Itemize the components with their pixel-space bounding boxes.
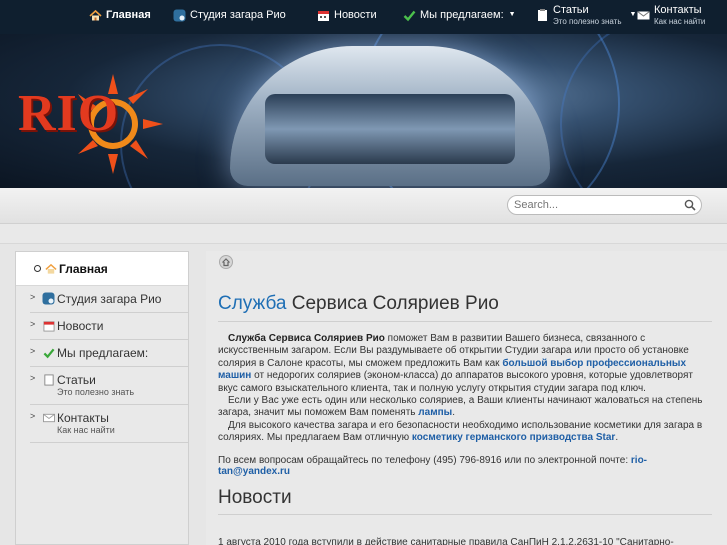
chevron-right-icon: > (30, 373, 36, 383)
contact-text: По всем вопросам обращайтесь по телефону… (218, 455, 631, 466)
sidebar-item-text: Студия загара Рио (57, 292, 161, 306)
company-name: Служба Сервиса Соляриев Рио (228, 333, 385, 344)
cosmetics-link[interactable]: косметику германского призводства Star (412, 432, 615, 443)
intro-text: Служба Сервиса Соляриев Рио поможет Вам … (218, 333, 712, 445)
nav-two-line: Статьи Это полезно знать (553, 5, 622, 27)
divider-strip (0, 224, 727, 244)
banner-decoration (560, 34, 727, 188)
paragraph-text: . (452, 407, 455, 419)
paragraph: Служба Сервиса Соляриев Рио поможет Вам … (218, 333, 712, 395)
sidebar-item-text: Статьи Это полезно знать (57, 373, 134, 398)
bullet-circle-icon (34, 265, 41, 272)
news-heading: Новости (218, 487, 712, 515)
sidebar-item-text: Новости (57, 319, 103, 333)
nav-item-offers[interactable]: Мы предлагаем: ▼ (403, 0, 516, 34)
nav-sublabel: Это полезно знать (553, 17, 622, 26)
nav-label: Студия загара Рио (190, 9, 286, 21)
calendar-icon (42, 319, 55, 332)
sidebar-item-label: Новости (57, 319, 104, 333)
sidebar-item-studio[interactable]: > Студия загара Рио (30, 286, 188, 313)
calendar-icon (317, 9, 330, 22)
page-title-rest: Сервиса Соляриев Рио (286, 293, 499, 314)
page-title: Служба Сервиса Соляриев Рио (218, 293, 712, 322)
paragraph-text: Если у Вас уже есть один или несколько с… (218, 395, 703, 419)
sidebar-item-label: Главная (59, 261, 108, 276)
solarium-image-base (265, 94, 515, 164)
lamps-link[interactable]: лампы (418, 407, 452, 418)
sidebar-item-text: Мы предлагаем: (57, 346, 148, 360)
nav-item-studio[interactable]: Студия загара Рио (173, 0, 286, 34)
sidebar-item-articles[interactable]: > Статьи Это полезно знать (30, 367, 188, 405)
mail-icon (42, 411, 55, 424)
nav-label: Контакты (654, 4, 702, 16)
studio-icon (173, 9, 186, 22)
nav-sublabel: Как нас найти (654, 17, 706, 26)
sidebar-item-offers[interactable]: > Мы предлагаем: (30, 340, 188, 367)
chevron-down-icon: ▼ (629, 11, 637, 18)
sidebar-item-label: Статьи (57, 373, 96, 387)
sidebar-item-label: Студия загара Рио (57, 292, 162, 306)
document-icon (42, 373, 55, 386)
mail-icon (637, 9, 650, 22)
nav-label: Статьи (553, 4, 589, 16)
header-banner: RIO (0, 34, 727, 188)
top-navigation: Главная Студия загара Рио Новости Мы пре… (0, 0, 727, 34)
studio-icon (42, 292, 55, 305)
paragraph: Если у Вас уже есть один или несколько с… (218, 395, 712, 420)
paragraph-text: . (615, 432, 619, 444)
chevron-right-icon: > (30, 319, 36, 329)
chevron-down-icon: ▼ (508, 11, 516, 18)
search-bar (0, 188, 727, 224)
news-item-text: 1 августа 2010 года вступили в действие … (218, 537, 674, 545)
nav-label: Новости (334, 9, 377, 21)
nav-label: Главная (106, 9, 151, 21)
chevron-right-icon: > (30, 411, 36, 421)
paragraph: Для высокого качества загара и его безоп… (218, 420, 712, 445)
document-icon (536, 9, 549, 22)
checkmark-icon (42, 346, 55, 359)
home-icon (89, 9, 102, 22)
home-icon (44, 262, 57, 275)
checkmark-icon (403, 9, 416, 22)
paragraph-text: от недорогих соляриев (эконом-класса) до… (218, 370, 693, 394)
nav-item-contacts[interactable]: Контакты Как нас найти (637, 0, 705, 34)
nav-item-articles[interactable]: Статьи Это полезно знать ▼ (536, 0, 636, 34)
sidebar-item-label: Мы предлагаем: (57, 346, 149, 360)
nav-item-home[interactable]: Главная (89, 0, 151, 34)
sidebar-item-text: Контакты Как нас найти (57, 411, 115, 436)
nav-label: Мы предлагаем: (420, 9, 504, 21)
breadcrumb-home-icon[interactable] (219, 255, 233, 269)
sidebar-item-home[interactable]: Главная (16, 252, 188, 286)
sidebar-item-sublabel: Как нас найти (57, 425, 115, 435)
search-input[interactable] (507, 195, 702, 215)
contact-info: По всем вопросам обращайтесь по телефону… (218, 455, 712, 477)
page-title-highlight: Служба (218, 293, 287, 314)
nav-item-news[interactable]: Новости (317, 0, 377, 34)
chevron-right-icon: > (30, 346, 36, 356)
search-icon[interactable] (684, 199, 696, 211)
sidebar-item-label: Контакты (57, 411, 109, 425)
chevron-right-icon: > (30, 292, 36, 302)
nav-two-line: Контакты Как нас найти (654, 5, 705, 27)
brand-logo[interactable]: RIO (18, 84, 119, 143)
sidebar-item-contacts[interactable]: > Контакты Как нас найти (30, 405, 188, 443)
sidebar-item-news[interactable]: > Новости (30, 313, 188, 340)
sidebar-menu: Главная > Студия загара Рио > Новости > … (15, 251, 189, 545)
sidebar-item-sublabel: Это полезно знать (57, 387, 135, 397)
